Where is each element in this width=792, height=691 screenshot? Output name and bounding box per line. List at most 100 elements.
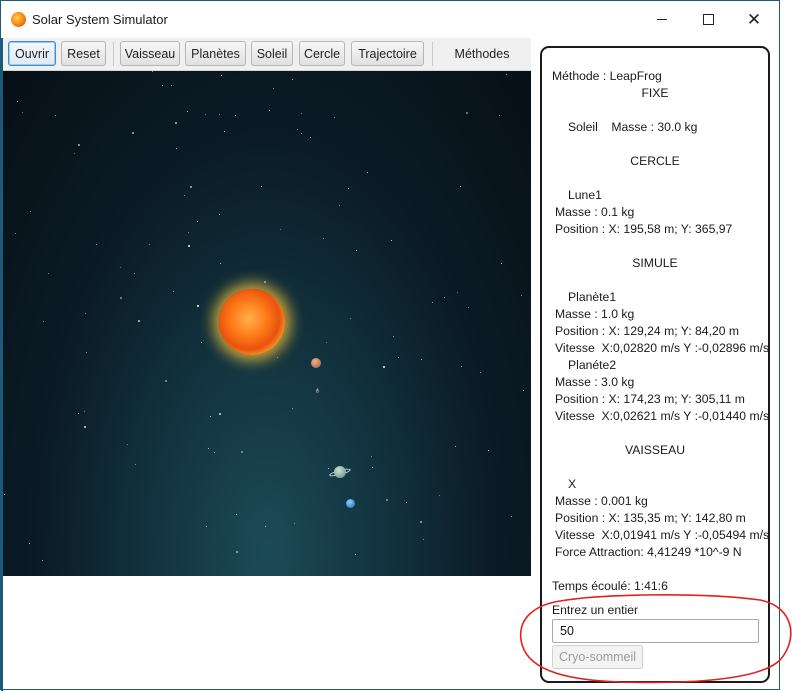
star xyxy=(269,110,270,111)
star xyxy=(356,250,357,251)
star xyxy=(466,112,468,114)
star xyxy=(190,186,192,188)
star xyxy=(406,502,407,503)
star xyxy=(301,133,302,134)
vaisseau-button[interactable]: Vaisseau xyxy=(120,41,180,66)
star xyxy=(175,122,177,124)
sun-icon xyxy=(11,12,26,27)
star xyxy=(171,85,172,86)
star xyxy=(30,211,31,212)
integer-prompt-label: Entrez un entier xyxy=(552,603,639,617)
star xyxy=(55,115,56,116)
planete1-vitesse: Vitesse X:0,02820 m/s Y :-0,02896 m/s xyxy=(555,341,770,355)
star xyxy=(348,188,349,189)
methodes-menu[interactable]: Méthodes xyxy=(439,41,525,66)
elapsed-time: Temps écoulé: 1:41:6 xyxy=(552,579,668,593)
star xyxy=(176,148,177,149)
star xyxy=(74,153,75,154)
star xyxy=(187,111,188,112)
star xyxy=(17,101,18,102)
vaisseau-header: VAISSEAU xyxy=(624,443,686,457)
star xyxy=(432,302,433,303)
minimize-button[interactable] xyxy=(639,1,685,38)
star xyxy=(206,526,207,527)
star xyxy=(328,468,329,469)
toolbar-separator xyxy=(113,42,114,66)
star xyxy=(84,426,86,428)
planet-1[interactable] xyxy=(311,358,321,368)
star xyxy=(43,321,44,322)
star xyxy=(323,238,324,239)
star xyxy=(205,114,206,115)
star xyxy=(457,292,458,293)
star xyxy=(292,408,293,409)
star xyxy=(135,464,136,465)
star xyxy=(301,113,302,114)
star xyxy=(523,390,524,391)
fixe-header: FIXE xyxy=(641,86,669,100)
planete2-name: Planéte2 xyxy=(568,358,617,372)
star xyxy=(96,244,97,245)
star xyxy=(334,117,335,118)
star xyxy=(372,467,373,468)
vaisseau-position: Position : X: 135,35 m; Y: 142,80 m xyxy=(555,511,746,525)
star xyxy=(219,413,221,415)
cercle-header: CERCLE xyxy=(630,154,680,168)
planet-2[interactable] xyxy=(334,466,346,478)
soleil-info: Soleil Masse : 30.0 kg xyxy=(568,120,698,134)
planete1-name: Planète1 xyxy=(568,290,617,304)
vaisseau-name: X xyxy=(568,477,577,491)
star xyxy=(208,448,209,449)
star xyxy=(219,214,220,215)
star xyxy=(210,416,211,417)
soleil-button[interactable]: Soleil xyxy=(251,41,293,66)
star xyxy=(84,411,85,412)
planete2-vitesse: Vitesse X:0,02621 m/s Y :-0,01440 m/s xyxy=(555,409,770,423)
star xyxy=(184,195,185,196)
star xyxy=(444,297,445,298)
moon[interactable] xyxy=(346,499,355,508)
star xyxy=(219,114,220,115)
close-button[interactable]: ✕ xyxy=(731,1,777,38)
star xyxy=(350,318,351,319)
ouvrir-button[interactable]: Ouvrir xyxy=(8,41,56,66)
star xyxy=(235,115,236,116)
planete1-position: Position : X: 129,24 m; Y: 84,20 m xyxy=(555,324,740,338)
star xyxy=(264,281,266,283)
title-bar[interactable]: Solar System Simulator ✕ xyxy=(1,1,779,38)
trajectoire-button[interactable]: Trajectoire xyxy=(351,41,424,66)
star xyxy=(236,514,237,515)
cercle-button[interactable]: Cercle xyxy=(299,41,345,66)
ship-icon[interactable]: ♁ xyxy=(314,385,321,395)
star xyxy=(439,495,440,496)
toolbar: Ouvrir Reset Vaisseau Planètes Soleil Ce… xyxy=(3,38,531,71)
star xyxy=(22,112,23,113)
integer-input[interactable] xyxy=(552,619,759,643)
planete2-position: Position : X: 174,23 m; Y: 305,11 m xyxy=(555,392,745,406)
simulation-canvas[interactable]: ♁ xyxy=(3,71,531,576)
star xyxy=(488,450,489,451)
planete1-masse: Masse : 1.0 kg xyxy=(555,307,635,321)
star xyxy=(220,263,221,264)
star xyxy=(292,79,293,80)
star xyxy=(86,352,87,353)
maximize-button[interactable] xyxy=(685,1,731,38)
star xyxy=(42,560,43,561)
star xyxy=(149,244,150,245)
cryo-sommeil-button[interactable]: Cryo-sommeil xyxy=(552,645,643,669)
star xyxy=(398,357,399,358)
star xyxy=(521,295,522,296)
star xyxy=(265,526,266,527)
method-label: Méthode : LeapFrog xyxy=(552,69,662,83)
star xyxy=(383,366,385,368)
sun[interactable] xyxy=(219,289,285,355)
star xyxy=(236,551,238,553)
star xyxy=(48,273,49,274)
star xyxy=(188,245,190,247)
star xyxy=(501,263,502,264)
info-panel: Méthode : LeapFrog FIXE Soleil Masse : 3… xyxy=(540,46,770,683)
star xyxy=(468,307,469,308)
star xyxy=(421,359,422,360)
reset-button[interactable]: Reset xyxy=(61,41,106,66)
planetes-button[interactable]: Planètes xyxy=(185,41,246,66)
